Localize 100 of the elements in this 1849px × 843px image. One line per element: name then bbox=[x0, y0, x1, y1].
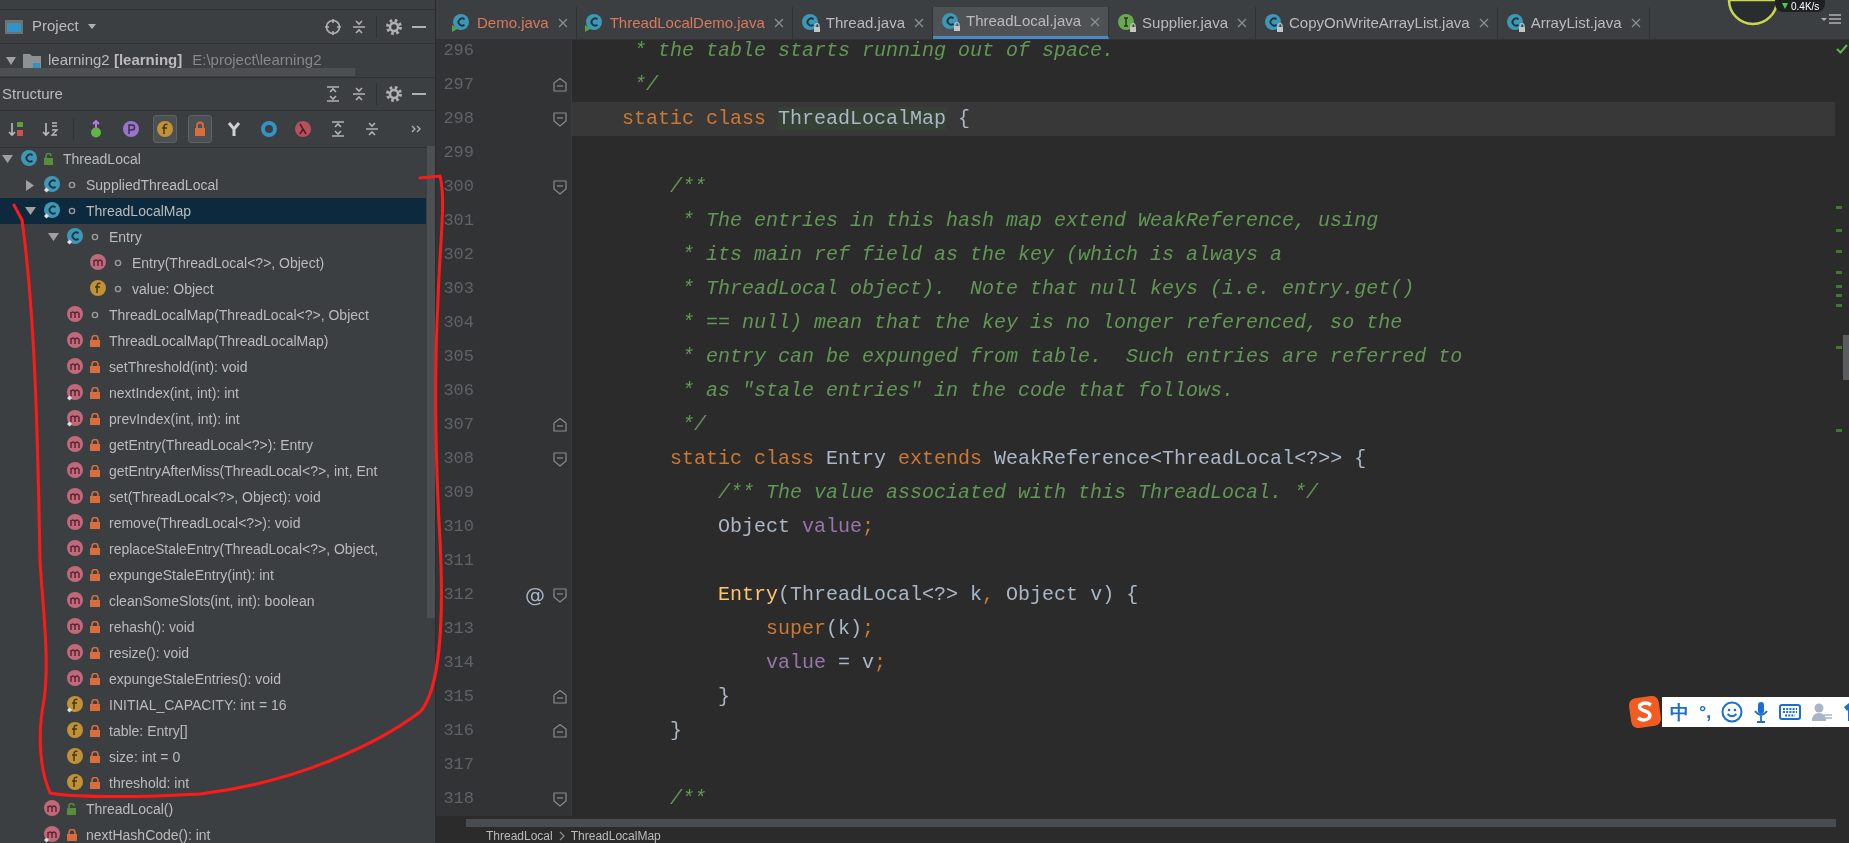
expand-arrow-icon[interactable] bbox=[48, 232, 59, 242]
sort-icon bbox=[41, 120, 60, 138]
editor-tab[interactable]: ThreadLocal.java bbox=[933, 7, 1110, 39]
close-icon[interactable] bbox=[773, 18, 784, 28]
change-marker[interactable] bbox=[1836, 250, 1842, 253]
expand-arrow-icon[interactable] bbox=[25, 179, 35, 191]
tree-item-label[interactable]: ThreadLocalMap(ThreadLocal<?>, Object bbox=[109, 304, 369, 326]
tree-item-label[interactable]: nextHashCode(): int bbox=[86, 824, 211, 843]
editor-tab[interactable]: Thread.java bbox=[792, 7, 933, 39]
close-icon[interactable] bbox=[1090, 16, 1101, 27]
keyboard-icon[interactable] bbox=[1779, 704, 1802, 720]
editor-tab[interactable]: ThreadLocalDemo.java bbox=[576, 7, 793, 39]
tree-item-label[interactable]: resize(): void bbox=[109, 642, 190, 664]
collapse-all-icon[interactable] bbox=[350, 85, 368, 103]
window-icon bbox=[4, 18, 24, 35]
tree-item-label[interactable]: ThreadLocal() bbox=[86, 798, 174, 820]
show-non-public-button[interactable] bbox=[188, 115, 212, 143]
tab-list-icon[interactable] bbox=[1821, 13, 1843, 27]
project-name[interactable]: learning2 [learning] bbox=[48, 49, 183, 72]
tree-item-label[interactable]: value: Object bbox=[132, 278, 214, 300]
scrollbar[interactable] bbox=[1843, 335, 1849, 380]
input-mode-toggle[interactable]: 中 bbox=[1670, 697, 1689, 727]
close-icon[interactable] bbox=[557, 18, 568, 28]
ring-icon bbox=[259, 120, 278, 138]
tree-item-label[interactable]: expungeStaleEntry(int): int bbox=[109, 564, 274, 586]
close-icon[interactable] bbox=[914, 18, 924, 28]
field-icon bbox=[156, 120, 175, 138]
tree-item-label[interactable]: cleanSomeSlots(int, int): boolean bbox=[109, 590, 315, 612]
expand-arrow-icon[interactable] bbox=[25, 206, 36, 216]
fold-icon[interactable] bbox=[553, 791, 567, 807]
change-marker[interactable] bbox=[1836, 229, 1842, 232]
breadcrumb-item[interactable]: ThreadLocalMap bbox=[570, 828, 661, 843]
show-fields-button[interactable] bbox=[153, 115, 178, 143]
editor-tab[interactable]: CopyOnWriteArrayList.java bbox=[1256, 7, 1498, 39]
editor-tab[interactable]: Supplier.java bbox=[1109, 7, 1256, 39]
tree-item-label[interactable]: SuppliedThreadLocal bbox=[86, 174, 219, 196]
person-icon[interactable] bbox=[1811, 702, 1834, 722]
tree-item-label[interactable]: prevIndex(int, int): int bbox=[109, 408, 240, 430]
input-method-logo[interactable] bbox=[1628, 695, 1662, 729]
tree-item-label[interactable]: size: int = 0 bbox=[109, 746, 181, 768]
close-icon[interactable] bbox=[1630, 18, 1641, 28]
fold-icon[interactable] bbox=[553, 77, 567, 93]
editor-tab[interactable]: ArrayList.java bbox=[1497, 7, 1650, 39]
code-line: * its main ref field as the key (which is always a bbox=[681, 242, 1283, 268]
tree-item-label[interactable]: Entry(ThreadLocal<?>, Object) bbox=[132, 252, 325, 274]
expand-arrow-icon[interactable] bbox=[2, 154, 13, 164]
tree-item-label[interactable]: table: Entry[] bbox=[109, 720, 188, 742]
expand-all-icon[interactable] bbox=[324, 85, 342, 103]
tree-item-label[interactable]: expungeStaleEntries(): void bbox=[109, 668, 281, 690]
fold-icon[interactable] bbox=[553, 689, 567, 705]
tree-item-label[interactable]: replaceStaleEntry(ThreadLocal<?>, Object, bbox=[109, 538, 379, 560]
tree-item-label[interactable]: set(ThreadLocal<?>, Object): void bbox=[109, 486, 321, 508]
change-marker[interactable] bbox=[1836, 206, 1842, 209]
settings-icon[interactable] bbox=[385, 17, 403, 36]
code-line: * the table starts running out of space. bbox=[633, 40, 1115, 64]
code-line: static class Entry extends WeakReference<ThreadLocal<?>> { bbox=[669, 446, 1367, 472]
tree-item-label[interactable]: setThreshold(int): void bbox=[109, 356, 248, 378]
collapse-all-icon[interactable] bbox=[350, 17, 368, 36]
change-marker[interactable] bbox=[1836, 429, 1842, 432]
collapse-arrow-icon[interactable] bbox=[6, 55, 16, 66]
tree-item-label[interactable]: INITIAL_CAPACITY: int = 16 bbox=[109, 694, 287, 716]
tree-item-label[interactable]: getEntry(ThreadLocal<?>): Entry bbox=[109, 434, 313, 456]
tree-item-label[interactable]: threshold: int bbox=[109, 772, 190, 794]
change-marker[interactable] bbox=[1836, 285, 1842, 288]
change-marker[interactable] bbox=[1836, 346, 1842, 349]
tree-item-label[interactable]: remove(ThreadLocal<?>): void bbox=[109, 512, 301, 534]
code-line: */ bbox=[681, 412, 707, 438]
code-line: */ bbox=[633, 72, 658, 98]
tree-item-label[interactable]: ThreadLocal bbox=[63, 148, 141, 170]
horizontal-scrollbar[interactable] bbox=[466, 819, 1836, 827]
fold-icon[interactable] bbox=[553, 111, 567, 127]
tree-item-label[interactable]: nextIndex(int, int): int bbox=[109, 382, 239, 404]
microphone-icon[interactable] bbox=[1753, 701, 1770, 723]
project-path: E:\project\learning2 bbox=[192, 50, 322, 71]
breadcrumb-item[interactable]: ThreadLocal bbox=[486, 828, 553, 843]
fold-icon[interactable] bbox=[553, 179, 567, 195]
fold-icon[interactable] bbox=[553, 417, 567, 433]
sort-icon bbox=[6, 120, 25, 138]
change-marker[interactable] bbox=[1836, 294, 1842, 297]
editor-tab[interactable]: Demo.java bbox=[444, 7, 577, 39]
close-icon[interactable] bbox=[1237, 18, 1247, 28]
tree-item-label[interactable]: ThreadLocalMap(ThreadLocalMap) bbox=[109, 330, 329, 352]
tree-item-label[interactable]: rehash(): void bbox=[109, 616, 195, 638]
settings-icon[interactable] bbox=[385, 85, 403, 103]
tree-item-label[interactable]: Entry bbox=[109, 226, 142, 248]
smiley-icon[interactable] bbox=[1721, 701, 1744, 723]
close-icon[interactable] bbox=[1478, 18, 1489, 28]
punctuation-toggle[interactable]: °, bbox=[1699, 698, 1712, 726]
caret-icon[interactable] bbox=[86, 22, 97, 31]
scrollbar[interactable] bbox=[427, 146, 435, 618]
fold-icon[interactable] bbox=[553, 451, 567, 467]
fold-icon[interactable] bbox=[553, 587, 567, 603]
locate-icon[interactable] bbox=[324, 17, 342, 36]
tree-item-label[interactable]: getEntryAfterMiss(ThreadLocal<?>, int, Ent bbox=[109, 460, 378, 482]
scrollbar[interactable] bbox=[0, 68, 355, 76]
code-line: super(k); bbox=[765, 616, 875, 642]
change-marker[interactable] bbox=[1836, 304, 1842, 307]
arrow-down-icon bbox=[1781, 2, 1789, 10]
change-marker[interactable] bbox=[1836, 271, 1842, 274]
fold-icon[interactable] bbox=[553, 723, 567, 739]
